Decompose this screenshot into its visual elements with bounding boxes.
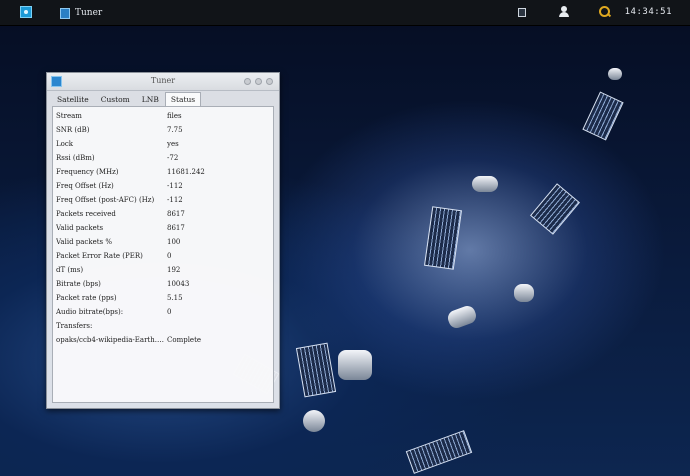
status-value: 0 xyxy=(167,252,172,260)
status-value: -112 xyxy=(167,182,183,190)
status-key: Stream xyxy=(56,112,82,120)
satellite-pod-debris xyxy=(445,303,479,331)
status-row: Frequency (MHz) 11681.242 xyxy=(56,166,270,179)
status-row: Packet rate (pps) 5.15 xyxy=(56,292,270,305)
status-key: Packet rate (pps) xyxy=(56,294,117,302)
transfer-filename: opaks/ccb4-wikipedia-Earth.html.t... xyxy=(56,336,166,344)
status-key: Valid packets % xyxy=(56,238,113,246)
status-row: SNR (dB) 7.75 xyxy=(56,124,270,137)
status-value: 5.15 xyxy=(167,294,183,302)
status-row: Lock yes xyxy=(56,138,270,151)
status-row: Transfers: xyxy=(56,320,270,333)
status-row: Freq Offset (Hz) -112 xyxy=(56,180,270,193)
top-taskbar: Tuner 14:34:51 xyxy=(0,0,690,26)
status-value: 0 xyxy=(167,308,172,316)
status-row: Rssi (dBm) -72 xyxy=(56,152,270,165)
status-value: yes xyxy=(167,140,179,148)
window-titlebar[interactable]: Tuner xyxy=(47,73,279,91)
status-key: Freq Offset (Hz) xyxy=(56,182,114,190)
satellite-pod-debris xyxy=(303,410,325,432)
status-value: 7.75 xyxy=(167,126,183,134)
status-key: Packet Error Rate (PER) xyxy=(56,252,143,260)
search-icon[interactable] xyxy=(599,6,610,17)
status-row: Packets received 8617 xyxy=(56,208,270,221)
status-value: 11681.242 xyxy=(167,168,205,176)
status-key: Lock xyxy=(56,140,74,148)
solar-panel-debris xyxy=(530,183,580,235)
satellite-pod-debris xyxy=(338,350,372,380)
transfer-row[interactable]: opaks/ccb4-wikipedia-Earth.html.t...Comp… xyxy=(56,334,270,347)
status-row: Valid packets 8617 xyxy=(56,222,270,235)
app-menu-icon[interactable] xyxy=(20,6,32,18)
satellite-pod-debris xyxy=(472,176,498,192)
status-key: Packets received xyxy=(56,210,116,218)
status-key: SNR (dB) xyxy=(56,126,90,134)
clock[interactable]: 14:34:51 xyxy=(625,7,672,17)
user-icon[interactable] xyxy=(558,6,570,18)
taskbar-app-label: Tuner xyxy=(75,8,103,18)
solar-panel-debris xyxy=(582,91,624,141)
minimize-button[interactable] xyxy=(244,78,251,85)
status-value: 10043 xyxy=(167,280,190,288)
taskbar-app-tuner[interactable]: Tuner xyxy=(60,6,102,20)
status-value: 100 xyxy=(167,238,181,246)
satellite-pod-debris xyxy=(608,68,622,80)
status-key: Transfers: xyxy=(56,322,93,330)
status-key: Rssi (dBm) xyxy=(56,154,95,162)
status-key: Valid packets xyxy=(56,224,104,232)
status-value: -112 xyxy=(167,196,183,204)
status-key: Bitrate (bps) xyxy=(56,280,101,288)
tab-bar: Satellite Custom LNB Status xyxy=(51,92,202,108)
status-value: 8617 xyxy=(167,224,185,232)
status-value: 8617 xyxy=(167,210,185,218)
status-row: Bitrate (bps) 10043 xyxy=(56,278,270,291)
satellite-pod-debris xyxy=(514,284,534,302)
transfer-status: Complete xyxy=(167,336,202,344)
status-value: files xyxy=(167,112,182,120)
close-button[interactable] xyxy=(266,78,273,85)
solar-panel-debris xyxy=(405,430,473,474)
tuner-window: Tuner Satellite Custom LNB Status Stream… xyxy=(46,72,280,409)
status-key: Freq Offset (post-AFC) (Hz) xyxy=(56,196,155,204)
status-value: 192 xyxy=(167,266,181,274)
status-row: Audio bitrate(bps): 0 xyxy=(56,306,270,319)
clipboard-icon[interactable] xyxy=(518,8,526,17)
status-row: dT (ms) 192 xyxy=(56,264,270,277)
status-key: dT (ms) xyxy=(56,266,84,274)
solar-panel-debris xyxy=(295,342,337,398)
status-key: Audio bitrate(bps): xyxy=(56,308,124,316)
status-row: Freq Offset (post-AFC) (Hz) -112 xyxy=(56,194,270,207)
status-row: Stream files xyxy=(56,110,270,123)
status-value: -72 xyxy=(167,154,179,162)
status-key: Frequency (MHz) xyxy=(56,168,119,176)
solar-panel-debris xyxy=(423,206,463,270)
status-row: Packet Error Rate (PER) 0 xyxy=(56,250,270,263)
maximize-button[interactable] xyxy=(255,78,262,85)
status-row: Valid packets % 100 xyxy=(56,236,270,249)
tuner-app-icon xyxy=(60,7,70,19)
status-panel: Stream files SNR (dB) 7.75 Lock yes Rssi (d… xyxy=(52,106,274,403)
